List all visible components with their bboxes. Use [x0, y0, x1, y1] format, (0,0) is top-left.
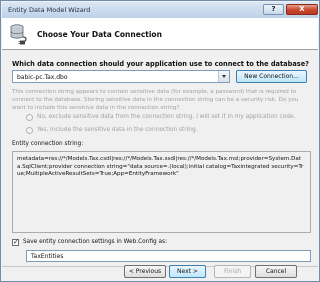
connection-question: Which data connection should your applic…	[12, 60, 309, 68]
chevron-down-icon[interactable]	[218, 71, 229, 82]
save-settings-checkbox[interactable]: ✓	[12, 238, 19, 246]
wizard-header: Choose Your Data Connection	[2, 18, 318, 50]
sensitive-data-info: This connection string appears to contai…	[12, 89, 299, 111]
title-bar: Entity Data Model Wizard ? X	[2, 2, 318, 18]
exclude-sensitive-label: No, exclude sensitive data from the conn…	[37, 114, 296, 120]
page-title: Choose Your Data Connection	[37, 30, 162, 39]
checkmark-icon: ✓	[13, 238, 19, 246]
connection-selected-value: babic-pc.Tax.dbo	[17, 74, 68, 81]
next-button[interactable]: Next >	[169, 265, 206, 278]
window-title: Entity Data Model Wizard	[8, 6, 91, 14]
include-sensitive-radio[interactable]	[26, 127, 33, 134]
previous-button[interactable]: < Previous	[124, 265, 166, 278]
finish-button[interactable]: Finish	[214, 265, 251, 278]
cancel-button[interactable]: Cancel	[255, 265, 297, 278]
include-sensitive-label: Yes, include the sensitive data in the c…	[37, 127, 198, 133]
wizard-window: Entity Data Model Wizard ? X Choose Your…	[0, 0, 320, 282]
entities-name-field[interactable]: TaxEntities	[26, 250, 311, 262]
connection-string-label: Entity connection string:	[12, 141, 84, 147]
connection-string-box[interactable]: metadata=res://*/Models.Tax.csdl|res://*…	[12, 151, 311, 233]
connection-string-value: metadata=res://*/Models.Tax.csdl|res://*…	[17, 156, 304, 177]
entities-name-value: TaxEntities	[31, 253, 64, 260]
connection-dropdown[interactable]: babic-pc.Tax.dbo	[12, 70, 230, 83]
save-settings-label: Save entity connection settings in Web.C…	[23, 239, 168, 245]
close-button[interactable]: X	[286, 4, 318, 15]
exclude-sensitive-radio[interactable]	[26, 114, 33, 121]
database-plug-icon	[10, 24, 27, 45]
new-connection-button[interactable]: New Connection...	[236, 70, 307, 83]
help-button[interactable]: ?	[263, 4, 284, 15]
